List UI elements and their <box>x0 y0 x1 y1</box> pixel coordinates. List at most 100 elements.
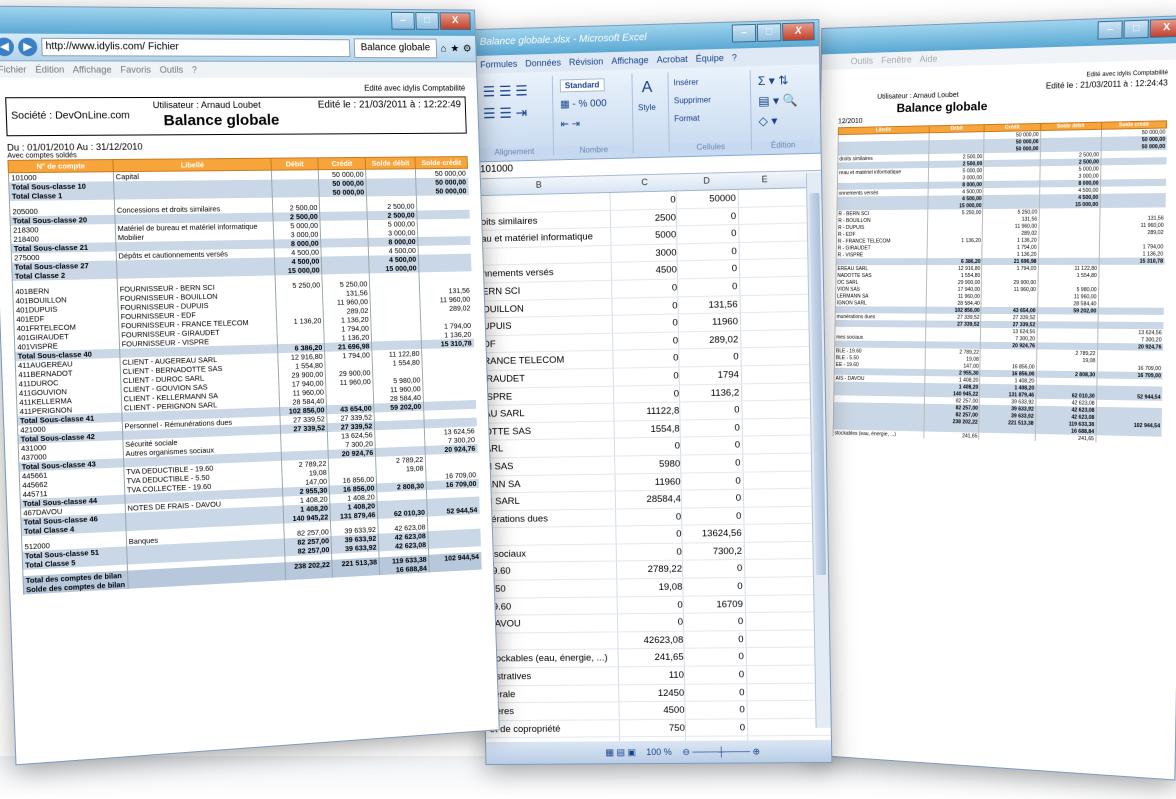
sheet-cell[interactable]: IRAUDET <box>484 373 525 385</box>
sheet-cell[interactable]: 0 <box>682 422 740 434</box>
sheet-cell[interactable]: 1794 <box>681 369 739 381</box>
sheet-cell[interactable]: 750 <box>621 723 685 734</box>
tab-donnees[interactable]: Données <box>525 54 561 73</box>
sheet-cell[interactable]: 42623,08 <box>619 635 683 647</box>
sheet-cell[interactable]: AU SARL <box>484 408 524 420</box>
close-button[interactable]: X <box>782 22 815 41</box>
sheet-cell[interactable]: 0 <box>612 194 676 207</box>
tab-affichage[interactable]: Affichage <box>611 51 649 70</box>
sheet-cell[interactable]: 0 <box>683 510 741 522</box>
tab-acrobat[interactable]: Acrobat <box>656 50 687 69</box>
sheet-cell[interactable]: oits similaires <box>481 215 538 227</box>
sheet-cell[interactable]: OTTE SAS <box>485 426 532 438</box>
minimize-button[interactable]: – <box>1097 20 1122 39</box>
maximize-button[interactable]: □ <box>415 12 439 30</box>
sheet-cell[interactable]: 4500 <box>620 705 684 716</box>
sheet-cell[interactable]: 0 <box>618 547 682 559</box>
indent-buttons-icon[interactable]: ☰ ☰ ⇥ <box>483 104 527 122</box>
sheet-cell[interactable]: 0 <box>619 599 683 611</box>
sheet-cell[interactable]: 0 <box>678 246 736 258</box>
sheet-cell[interactable]: 0 <box>679 281 737 293</box>
number-format-select[interactable]: Standard <box>560 78 605 92</box>
sheet-cell[interactable]: 0 <box>616 441 680 453</box>
format-button[interactable]: Format <box>674 114 700 124</box>
sheet-cell[interactable]: stockables (eau, énergie, ...) <box>488 653 607 665</box>
url-input[interactable]: http://www.idylis.com/ Fichier <box>41 38 350 57</box>
sheet-cell[interactable]: 0 <box>685 634 743 646</box>
sheet-cell[interactable]: 0 <box>682 475 740 487</box>
sheet-cell[interactable]: 11960 <box>616 476 680 488</box>
sheet-cell[interactable]: 0 <box>686 705 744 716</box>
sheet-cell[interactable]: 241,65 <box>620 652 684 664</box>
sheet-cell[interactable]: 0 <box>614 353 678 365</box>
column-header-b[interactable]: B <box>536 180 542 190</box>
sheet-cell[interactable]: 0 <box>686 669 744 681</box>
minimize-button[interactable]: – <box>732 24 756 43</box>
sheet-cell[interactable]: 3000 <box>613 247 677 259</box>
sheet-cell[interactable]: 0 <box>678 228 736 240</box>
sheet-cell[interactable]: nérations dues <box>486 513 548 525</box>
sheet-cell[interactable]: 11960 <box>680 316 738 328</box>
sheet-cell[interactable]: 131,56 <box>679 299 737 311</box>
clear-icon[interactable]: ◇ ▾ <box>758 114 777 129</box>
sheet-cell[interactable]: 0 <box>615 388 679 400</box>
sheet-cell[interactable]: 0 <box>613 300 677 312</box>
percent-icon[interactable]: ▦ - % 000 <box>560 98 607 110</box>
sheet-cell[interactable]: 1136,2 <box>681 387 739 399</box>
sheet-cell[interactable]: 1554,8 <box>616 423 680 435</box>
gear-icon[interactable]: ⚙ <box>463 43 472 54</box>
sheet-cell[interactable]: 0 <box>681 405 739 417</box>
sheet-cell[interactable]: 0 <box>682 440 740 452</box>
sheet-cell[interactable]: 2500 <box>612 212 676 224</box>
find-icon[interactable]: ▤ ▾ 🔍 <box>758 93 798 108</box>
sheet-cell[interactable]: 2789,22 <box>618 564 682 576</box>
sheet-cell[interactable]: nnements versés <box>482 267 554 279</box>
sheet-cell[interactable]: 16709 <box>685 599 743 611</box>
tab-balance-globale[interactable]: Balance globale <box>354 38 438 58</box>
tab-revision[interactable]: Révision <box>569 52 604 71</box>
zoom-slider[interactable]: ⊖ ────┼──── ⊕ <box>682 746 760 757</box>
maximize-button[interactable]: □ <box>1123 20 1148 39</box>
sheet-cell[interactable]: au et matériel informatique <box>481 232 593 245</box>
sheet-cell[interactable]: 0 <box>684 581 742 593</box>
column-header-e[interactable]: E <box>762 174 768 184</box>
column-header-c[interactable]: C <box>641 177 648 187</box>
sheet-cell[interactable]: 0 <box>682 458 740 470</box>
minimize-button[interactable]: – <box>391 12 415 30</box>
sheet-cell[interactable]: 50000 <box>678 193 736 205</box>
sheet-cell[interactable]: 7300,2 <box>684 546 742 558</box>
style-icon[interactable]: A <box>642 79 653 97</box>
sheet-cell[interactable]: 0 <box>686 687 744 698</box>
sheet-cell[interactable]: 110 <box>620 670 684 682</box>
tab-equipe[interactable]: Équipe <box>696 49 724 68</box>
sheet-cell[interactable]: 0 <box>685 616 743 628</box>
spreadsheet-grid[interactable]: 0 50000 oits similaires 2500 0 au et matériel… <box>477 188 832 765</box>
maximize-button[interactable]: □ <box>757 23 781 42</box>
favorites-star-icon[interactable]: ★ <box>450 43 459 54</box>
sheet-cell[interactable]: 0 <box>614 335 678 347</box>
sheet-cell[interactable]: 11122,8 <box>615 406 679 418</box>
sheet-cell[interactable]: 289,02 <box>680 334 738 346</box>
browser-menubar[interactable]: Fichier Édition Affichage Favoris Outils… <box>0 61 476 78</box>
sheet-cell[interactable]: 0 <box>687 722 745 733</box>
sheet-cell[interactable]: et de copropriété <box>490 724 561 735</box>
sheet-cell[interactable]: 13624,56 <box>683 528 741 540</box>
sheet-cell[interactable]: OUILLON <box>482 303 523 315</box>
sheet-cell[interactable]: 0 <box>614 318 678 330</box>
close-button[interactable]: X <box>1150 18 1176 38</box>
sheet-cell[interactable]: UPUIS <box>483 321 512 333</box>
sheet-cell[interactable]: ERN SCI <box>482 286 520 298</box>
close-button[interactable]: X <box>440 12 471 30</box>
sheet-cell[interactable]: 0 <box>683 493 741 505</box>
sheet-row[interactable]: et de copropriété 750 0 <box>486 719 831 739</box>
sheet-cell[interactable]: 19,08 <box>618 582 682 594</box>
sheet-cell[interactable]: 0 <box>613 282 677 294</box>
sheet-cell[interactable]: 28584,4 <box>617 494 681 506</box>
sheet-cell[interactable]: RANCE TELECOM <box>483 355 564 367</box>
sheet-cell[interactable]: 0 <box>680 352 738 364</box>
decimal-icon[interactable]: ⇤ ⇥ <box>560 119 580 130</box>
sheet-cell[interactable]: 0 <box>679 263 737 275</box>
insert-button[interactable]: Insérer <box>674 78 699 88</box>
forward-arrow-icon[interactable]: ▶ <box>18 38 38 57</box>
tab-formules[interactable]: Formules <box>480 55 517 74</box>
